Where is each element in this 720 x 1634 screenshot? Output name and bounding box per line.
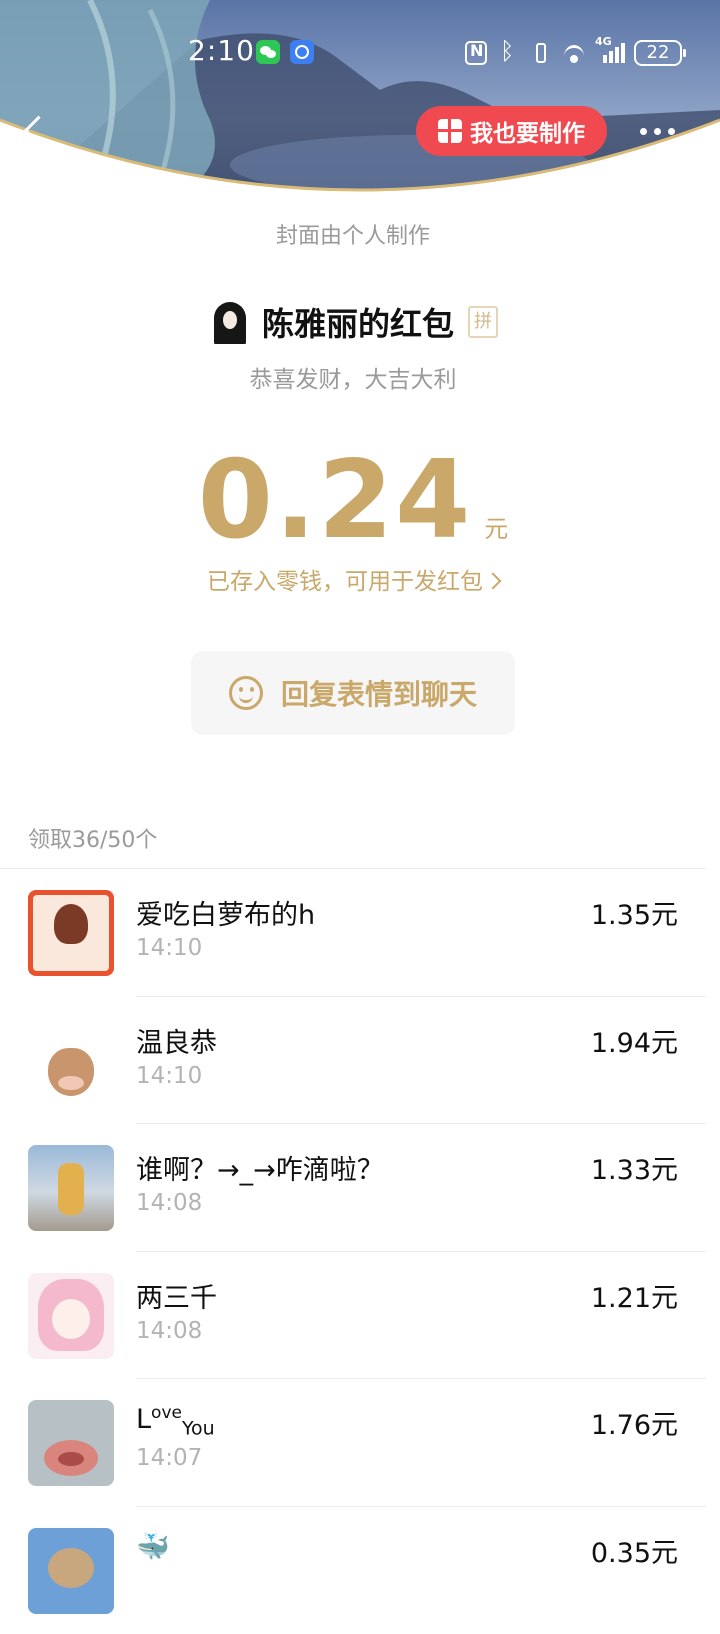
back-icon[interactable] xyxy=(20,112,50,148)
make-cover-button[interactable]: 我也要制作 xyxy=(416,106,607,156)
wechat-icon xyxy=(256,40,280,64)
browser-icon xyxy=(290,40,314,64)
saved-to-change-label: 已存入零钱，可用于发红包 xyxy=(207,569,483,595)
claimer-name: 🐳 xyxy=(136,1531,170,1563)
wifi-icon xyxy=(562,41,586,65)
network-type: 4G xyxy=(595,35,612,48)
amount-value: 0.24 xyxy=(198,438,472,563)
received-amount: 0.24 元 xyxy=(0,438,706,548)
sender-name: 陈雅丽的红包 xyxy=(262,299,454,345)
avatar xyxy=(28,1400,114,1486)
status-bar: 2:10 4G 22 xyxy=(0,30,720,76)
list-item[interactable]: LoveYou 14:07 1.76元 xyxy=(0,1379,706,1507)
claimer-name-sup: ove xyxy=(151,1403,182,1423)
claim-time: 14:08 xyxy=(136,1190,202,1216)
avatar xyxy=(28,1018,114,1104)
claim-time: 14:10 xyxy=(136,935,202,961)
more-icon[interactable] xyxy=(638,117,678,145)
pin-badge: 拼 xyxy=(468,306,498,338)
saved-to-change-link[interactable]: 已存入零钱，可用于发红包 xyxy=(0,562,706,596)
signal-icon: 4G xyxy=(595,41,625,65)
reply-sticker-button[interactable]: 回复表情到聊天 xyxy=(191,651,515,735)
nfc-icon xyxy=(465,41,487,65)
claimer-name-base: L xyxy=(136,1404,151,1435)
claim-record-list: 爱吃白萝布的h 14:10 1.35元 温良恭 14:10 1.94元 谁啊？→… xyxy=(0,869,706,1634)
avatar xyxy=(28,1273,114,1359)
sender-row: 陈雅丽的红包 拼 xyxy=(0,296,706,348)
battery-icon: 22 xyxy=(634,40,682,66)
list-item[interactable]: 谁啊？→_→咋滴啦？ 14:08 1.33元 xyxy=(0,1124,706,1252)
list-item[interactable]: 🐳 0.35元 xyxy=(0,1507,706,1634)
avatar xyxy=(28,1528,114,1614)
avatar xyxy=(28,1145,114,1231)
vibrate-icon xyxy=(529,41,553,65)
blessing-text: 恭喜发财，大吉大利 xyxy=(0,360,706,394)
claim-amount: 0.35元 xyxy=(591,1531,678,1570)
amount-unit: 元 xyxy=(484,509,508,544)
make-cover-label: 我也要制作 xyxy=(470,114,585,148)
cover-credit: 封面由个人制作 xyxy=(0,218,706,250)
sender-avatar xyxy=(208,300,252,344)
system-icons: 4G 22 xyxy=(465,36,682,70)
list-item[interactable]: 爱吃白萝布的h 14:10 1.35元 xyxy=(0,869,706,997)
status-time: 2:10 xyxy=(188,34,255,67)
list-item[interactable]: 两三千 14:08 1.21元 xyxy=(0,1252,706,1380)
claim-amount: 1.94元 xyxy=(591,1021,678,1060)
claimer-name-sub: You xyxy=(182,1417,215,1439)
claim-time: 14:07 xyxy=(136,1445,202,1471)
claimer-name: 温良恭 xyxy=(136,1021,217,1060)
reply-sticker-label: 回复表情到聊天 xyxy=(281,673,477,713)
claimer-name: 两三千 xyxy=(136,1276,217,1315)
claim-amount: 1.35元 xyxy=(591,893,678,932)
claim-amount: 1.76元 xyxy=(591,1403,678,1442)
claim-time: 14:08 xyxy=(136,1318,202,1344)
claim-time: 14:10 xyxy=(136,1063,202,1089)
chevron-right-icon xyxy=(485,572,502,589)
gift-icon xyxy=(438,119,462,143)
list-item[interactable]: 温良恭 14:10 1.94元 xyxy=(0,997,706,1125)
claim-count: 领取36/50个 xyxy=(28,822,157,854)
claim-amount: 1.33元 xyxy=(591,1148,678,1187)
avatar xyxy=(28,890,114,976)
claimer-name: 谁啊？→_→咋滴啦？ xyxy=(136,1148,384,1187)
claimer-name: LoveYou xyxy=(136,1403,215,1439)
smile-icon xyxy=(229,676,263,710)
bluetooth-icon xyxy=(496,41,520,65)
red-packet-cover: 2:10 4G 22 我也要制作 xyxy=(0,0,720,215)
claim-amount: 1.21元 xyxy=(591,1276,678,1315)
claimer-name: 爱吃白萝布的h xyxy=(136,893,315,932)
